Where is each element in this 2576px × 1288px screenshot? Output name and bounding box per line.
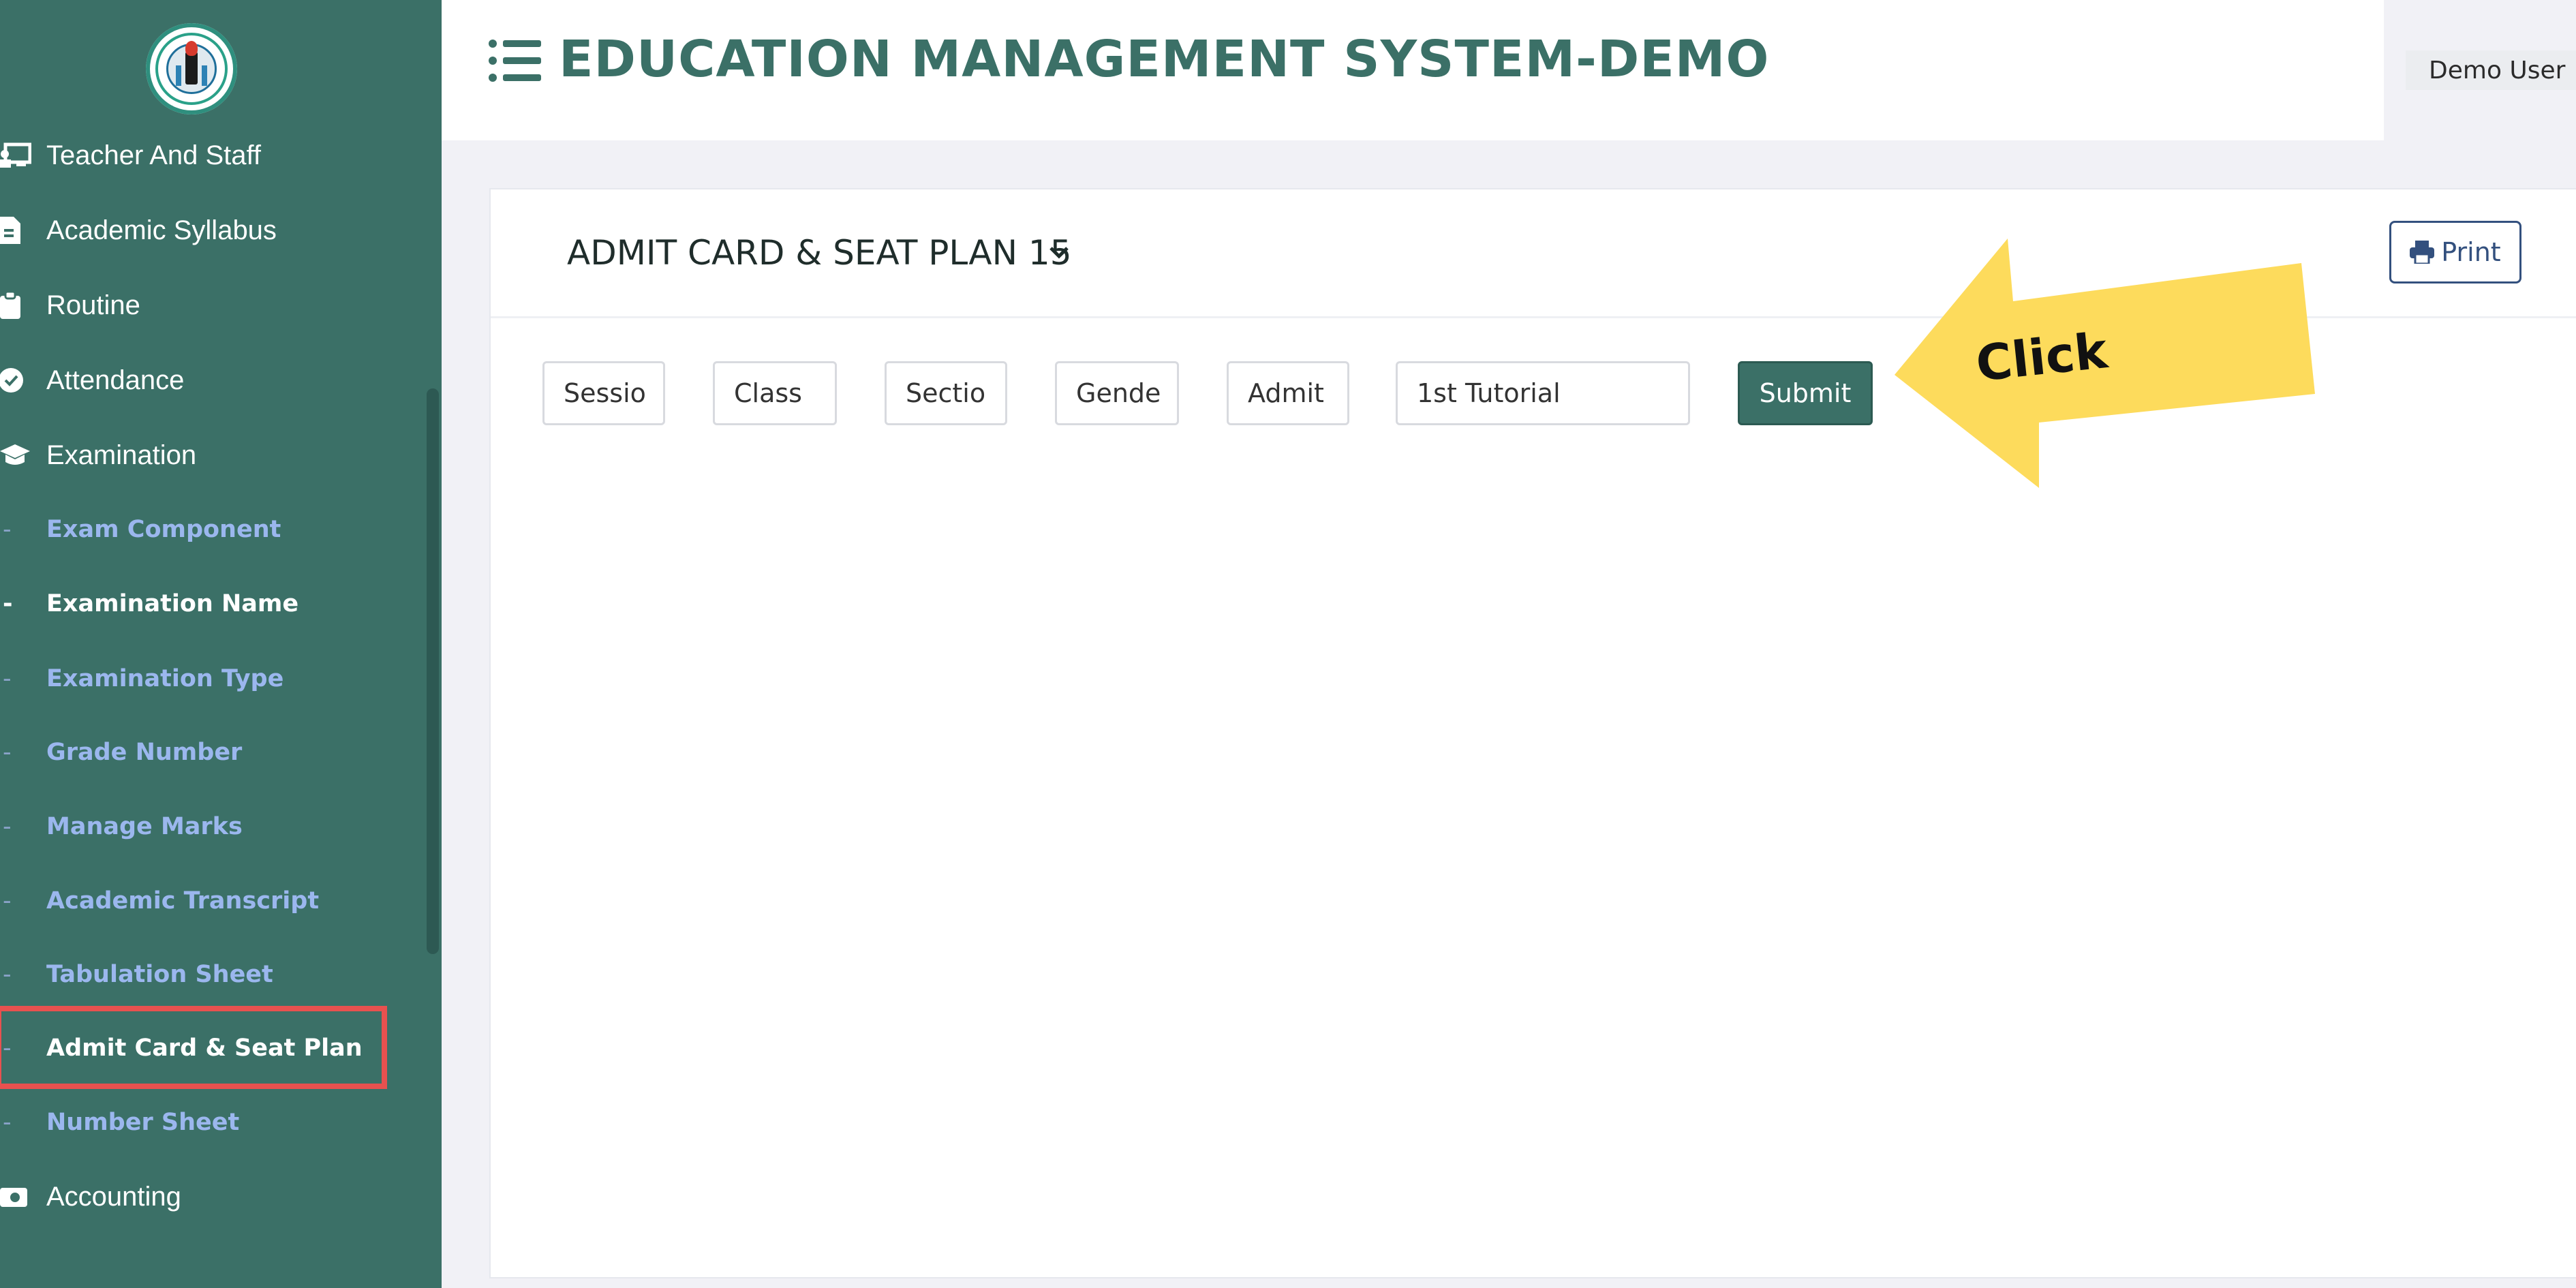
sidebar-item-label: Academic Syllabus — [46, 215, 277, 245]
sidebar-subitem-number-sheet[interactable]: - Number Sheet — [0, 1095, 239, 1150]
user-menu[interactable]: Demo User — [2406, 50, 2576, 90]
sidebar-subitem-academic-transcript[interactable]: - Academic Transcript — [0, 874, 319, 928]
sidebar-subitem-exam-component[interactable]: - Exam Component — [0, 502, 281, 557]
logo-flame — [185, 41, 198, 56]
graduation-cap-icon — [0, 443, 46, 467]
dash-marker: - — [3, 813, 12, 840]
gender-select[interactable]: Gende — [1055, 361, 1179, 425]
sidebar-subitem-manage-marks[interactable]: - Manage Marks — [0, 799, 243, 854]
check-circle-icon — [0, 368, 46, 393]
submit-button[interactable]: Submit — [1738, 361, 1873, 425]
logo-pillar-left — [176, 65, 181, 86]
sidebar-subitem-label: Examination Type — [46, 665, 284, 692]
dash-marker: - — [3, 665, 12, 692]
sidebar-item-label: Examination — [46, 440, 197, 470]
dash-marker: - — [3, 590, 13, 617]
top-header: EDUCATION MANAGEMENT SYSTEM-DEMO — [442, 0, 2384, 140]
printer-icon — [2410, 241, 2435, 264]
chevron-down-icon[interactable] — [1048, 244, 1070, 262]
sidebar-item-attendance[interactable]: Attendance — [0, 353, 184, 408]
sidebar-subitem-label: Manage Marks — [46, 813, 243, 840]
logo-torch — [185, 52, 198, 85]
sidebar-item-label: Attendance — [46, 365, 185, 395]
section-select[interactable]: Sectio — [885, 361, 1007, 425]
app-title: EDUCATION MANAGEMENT SYSTEM-DEMO — [559, 30, 1770, 89]
page-title[interactable]: ADMIT CARD & SEAT PLAN 15 — [567, 233, 1072, 273]
teacher-icon — [0, 142, 46, 169]
session-select[interactable]: Sessio — [542, 361, 665, 425]
sidebar-item-label: Accounting — [46, 1181, 181, 1212]
sidebar-item-routine[interactable]: Routine — [0, 278, 140, 333]
sidebar-subitem-label: Academic Transcript — [46, 887, 320, 915]
exam-select[interactable]: 1st Tutorial — [1396, 361, 1690, 425]
sidebar-item-teacher-and-staff[interactable]: Teacher And Staff — [0, 128, 261, 183]
dash-marker: - — [3, 887, 12, 915]
document-icon — [0, 217, 46, 244]
sidebar: Teacher And Staff Academic Syllabus Rout… — [0, 0, 442, 1288]
highlight-box — [0, 1006, 387, 1089]
dash-marker: - — [3, 961, 12, 988]
sidebar-item-academic-syllabus[interactable]: Academic Syllabus — [0, 203, 277, 258]
menu-list-icon[interactable] — [488, 37, 541, 85]
dash-marker: - — [3, 739, 12, 766]
sidebar-subitem-label: Tabulation Sheet — [46, 961, 273, 988]
arrow-annotation — [1895, 239, 2315, 488]
sidebar-subitem-examination-type[interactable]: - Examination Type — [0, 651, 283, 706]
sidebar-item-examination[interactable]: Examination — [0, 428, 196, 482]
sidebar-subitem-label: Grade Number — [46, 739, 243, 766]
admit-select[interactable]: Admit — [1227, 361, 1349, 425]
sidebar-subitem-label: Examination Name — [46, 590, 299, 617]
sidebar-item-label: Teacher And Staff — [46, 140, 262, 170]
print-label: Print — [2441, 237, 2501, 267]
sidebar-subitem-label: Number Sheet — [46, 1109, 240, 1136]
sidebar-scrollbar[interactable] — [427, 388, 439, 954]
dash-marker: - — [3, 1109, 12, 1136]
scrollbar-thumb[interactable] — [427, 388, 439, 954]
school-logo[interactable] — [146, 23, 237, 114]
logo-pillar-right — [202, 65, 207, 86]
sidebar-subitem-tabulation-sheet[interactable]: - Tabulation Sheet — [0, 947, 273, 1002]
print-button[interactable]: Print — [2389, 221, 2521, 283]
clipboard-icon — [0, 292, 46, 319]
money-icon — [0, 1185, 46, 1208]
sidebar-item-accounting[interactable]: Accounting — [0, 1169, 181, 1224]
sidebar-subitem-label: Exam Component — [46, 516, 281, 543]
sidebar-subitem-examination-name[interactable]: - Examination Name — [0, 577, 298, 631]
class-select[interactable]: Class — [713, 361, 837, 425]
dash-marker: - — [3, 516, 12, 543]
sidebar-item-label: Routine — [46, 290, 140, 320]
sidebar-subitem-grade-number[interactable]: - Grade Number — [0, 725, 242, 780]
